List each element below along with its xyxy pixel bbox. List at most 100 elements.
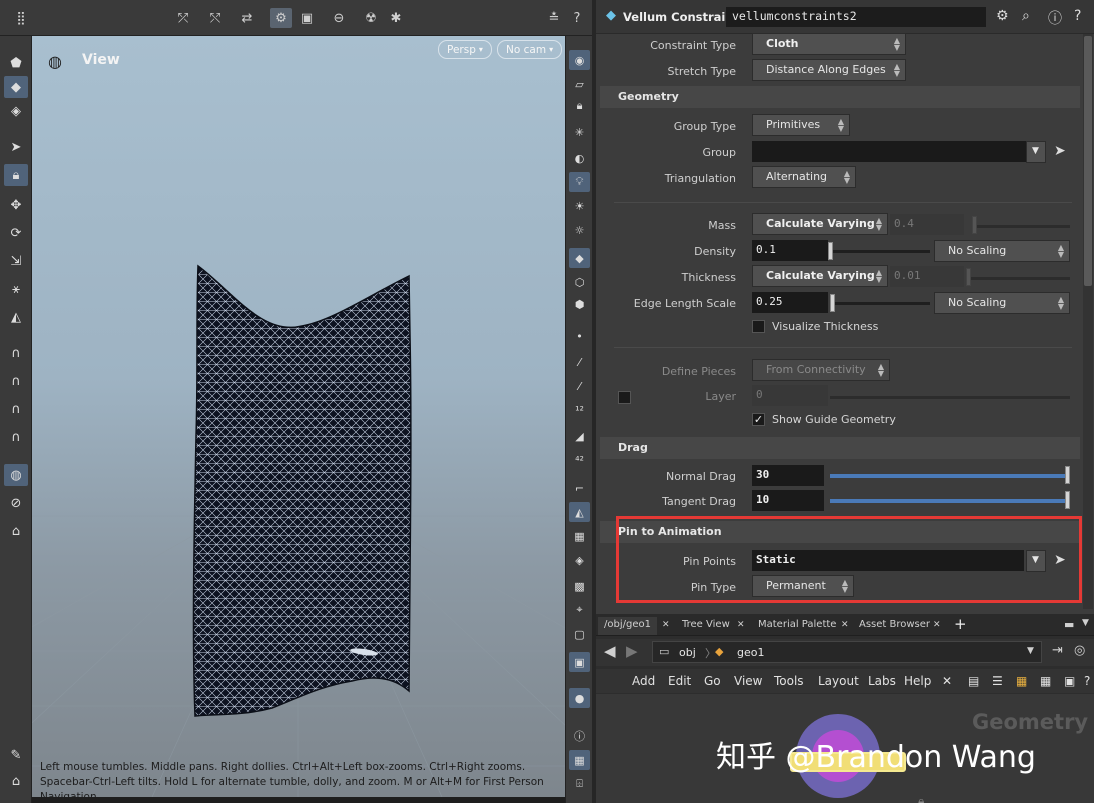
handle-tool-icon[interactable]: ⬟ [4,52,28,74]
drag-section-header[interactable]: Drag [600,437,1080,459]
pin-pane-icon[interactable]: ⇥ [1052,643,1063,658]
snap-prim-icon[interactable]: ◭ [4,306,28,328]
tab-material-palette[interactable]: Material Palette [752,617,842,635]
display-options-icon[interactable]: ≛ [543,8,565,28]
template-icon[interactable]: ⬢ [569,294,590,314]
tools-icon[interactable]: ✕ [942,674,952,688]
paint-tool-icon[interactable]: ◆ [4,76,28,98]
mass-slider-knob[interactable] [972,216,977,234]
tab-tree-view[interactable]: Tree View [676,617,736,635]
back-icon[interactable]: ◀ [604,642,616,660]
density-slider-knob[interactable] [828,242,833,260]
camera-icon[interactable]: ⌂ [4,520,28,542]
tangent-drag-field[interactable]: 10 [752,490,824,511]
tex-icon[interactable]: ▩ [569,576,590,596]
scrollbar-thumb[interactable] [1084,36,1092,286]
stretch-type-menu[interactable]: Distance Along Edges ▲ ▼ [752,59,906,81]
backface-icon[interactable]: ✳ [569,122,590,142]
camera-tool-icon[interactable]: ⚙ [270,8,292,28]
magnet-grid-icon[interactable]: ∩ [4,370,28,392]
eye-icon[interactable]: ◉ [569,50,590,70]
constraint-type-menu[interactable]: Cloth ▲ ▼ [752,33,906,55]
group-dropdown[interactable]: ▼ [1026,141,1046,163]
node-name-field[interactable]: vellumconstraints2 [726,7,986,27]
close-icon[interactable]: ✕ [933,620,941,630]
help-icon[interactable]: ? [1084,674,1090,688]
menu-help[interactable]: Help [904,674,931,688]
move-tool-icon[interactable]: ✥ [4,194,28,216]
uv-icon[interactable]: ◭ [569,502,590,522]
thickness-slider[interactable] [968,277,1070,280]
point-number-icon[interactable]: ¹² [569,400,590,420]
camera-dropdown[interactable]: No cam ▾ [497,40,563,59]
home-icon[interactable]: ⌂ [4,770,28,792]
mass-slider[interactable] [972,225,1070,228]
normal-display-icon[interactable]: ◈ [569,550,590,570]
geometry-icon[interactable]: ◆ [569,248,590,268]
scale-handle-icon[interactable]: ⇲ [4,250,28,272]
checker-icon[interactable]: ▦ [569,526,590,546]
group-field[interactable] [752,141,1026,162]
select-arrow-icon[interactable]: ➤ [1054,143,1066,159]
menu-layout[interactable]: Layout [818,674,859,688]
palette-icon[interactable]: ▦ [1016,674,1027,688]
geometry-section-header[interactable]: Geometry [600,86,1080,108]
brush-tool-icon[interactable]: ◈ [4,100,28,122]
tab-asset-browser[interactable]: Asset Browser [853,617,936,635]
viewport-record-icon[interactable]: ▣ [296,8,318,28]
forward-icon[interactable]: ▶ [626,642,638,660]
list-icon[interactable]: ▤ [968,674,979,688]
headlight-icon[interactable]: ☀ [569,196,590,216]
bg-icon[interactable]: ▢ [569,624,590,644]
grid-view-icon[interactable]: ▦ [1040,674,1051,688]
menu-add[interactable]: Add [632,674,655,688]
prim-number-icon[interactable]: ⁴² [569,450,590,470]
transform-tool-icon[interactable]: ⤲ [204,8,226,28]
magnet-red-icon[interactable]: ∩ [4,342,28,364]
pose-tool-icon[interactable]: ⚹ [4,278,28,300]
tangent-drag-slider[interactable] [830,499,1070,503]
triangulation-menu[interactable]: Alternating ▲ ▼ [752,166,856,188]
image-icon[interactable]: ▣ [569,652,590,672]
path-field[interactable]: ▭ obj 〉 ◆ geo1 ▼ [652,641,1042,663]
lighting-icon[interactable]: ☢ [360,8,382,28]
lock-tool-icon[interactable]: 🔒︎ [4,164,28,186]
menu-labs[interactable]: Labs [868,674,896,688]
mass-field[interactable]: 0.4 [890,214,964,235]
mass-mode-menu[interactable]: Calculate Varying ▲ ▼ [752,213,888,235]
show-guide-checkbox[interactable]: ✓ [752,413,765,426]
define-pieces-menu[interactable]: From Connectivity ▲ ▼ [752,359,890,381]
tangent-drag-knob[interactable] [1065,491,1070,509]
path-obj[interactable]: obj [679,646,696,659]
select-arrow-icon[interactable]: ➤ [4,136,28,158]
thickness-mode-menu[interactable]: Calculate Varying ▲ ▼ [752,265,888,287]
pane-layout-icon[interactable]: ▬ [1064,618,1074,631]
edge-length-scale-field[interactable]: 0.25 [752,292,828,313]
density-slider[interactable] [830,250,930,253]
help-icon[interactable]: ? [1074,8,1081,24]
density-field[interactable]: 0.1 [752,240,828,261]
list-view-icon[interactable]: ☰ [992,674,1003,688]
normal-drag-knob[interactable] [1065,466,1070,484]
close-icon[interactable]: ✕ [662,620,670,630]
magnet-point-icon[interactable]: ∩ [4,398,28,420]
grid-menu-icon[interactable]: ⣿ [10,8,32,28]
persp-dropdown[interactable]: Persp ▾ [438,40,492,59]
pin-icon[interactable]: ● [569,688,590,708]
magnet-multi-icon[interactable]: ∩ [4,426,28,448]
add-tab-icon[interactable]: + [954,615,967,633]
normal-drag-field[interactable]: 30 [752,465,824,486]
rotate-tool-icon[interactable]: ⇄ [236,8,258,28]
render-region-icon[interactable]: ⊘ [4,492,28,514]
wire-icon[interactable]: ⬡ [569,272,590,292]
quickmark-icon[interactable]: ✎ [4,744,28,766]
edge-length-scale-slider[interactable] [830,302,930,305]
layout-icon[interactable]: ▦ [569,750,590,770]
thickness-field[interactable]: 0.01 [890,266,964,287]
shading-icon[interactable]: ◐ [569,148,590,168]
tab-obj-geo1[interactable]: /obj/geo1 [598,617,657,635]
layer-slider[interactable] [830,396,1070,399]
info-icon[interactable]: ⓘ [569,726,590,746]
info-icon[interactable]: ⓘ [1048,8,1062,28]
normal-drag-slider[interactable] [830,474,1070,478]
